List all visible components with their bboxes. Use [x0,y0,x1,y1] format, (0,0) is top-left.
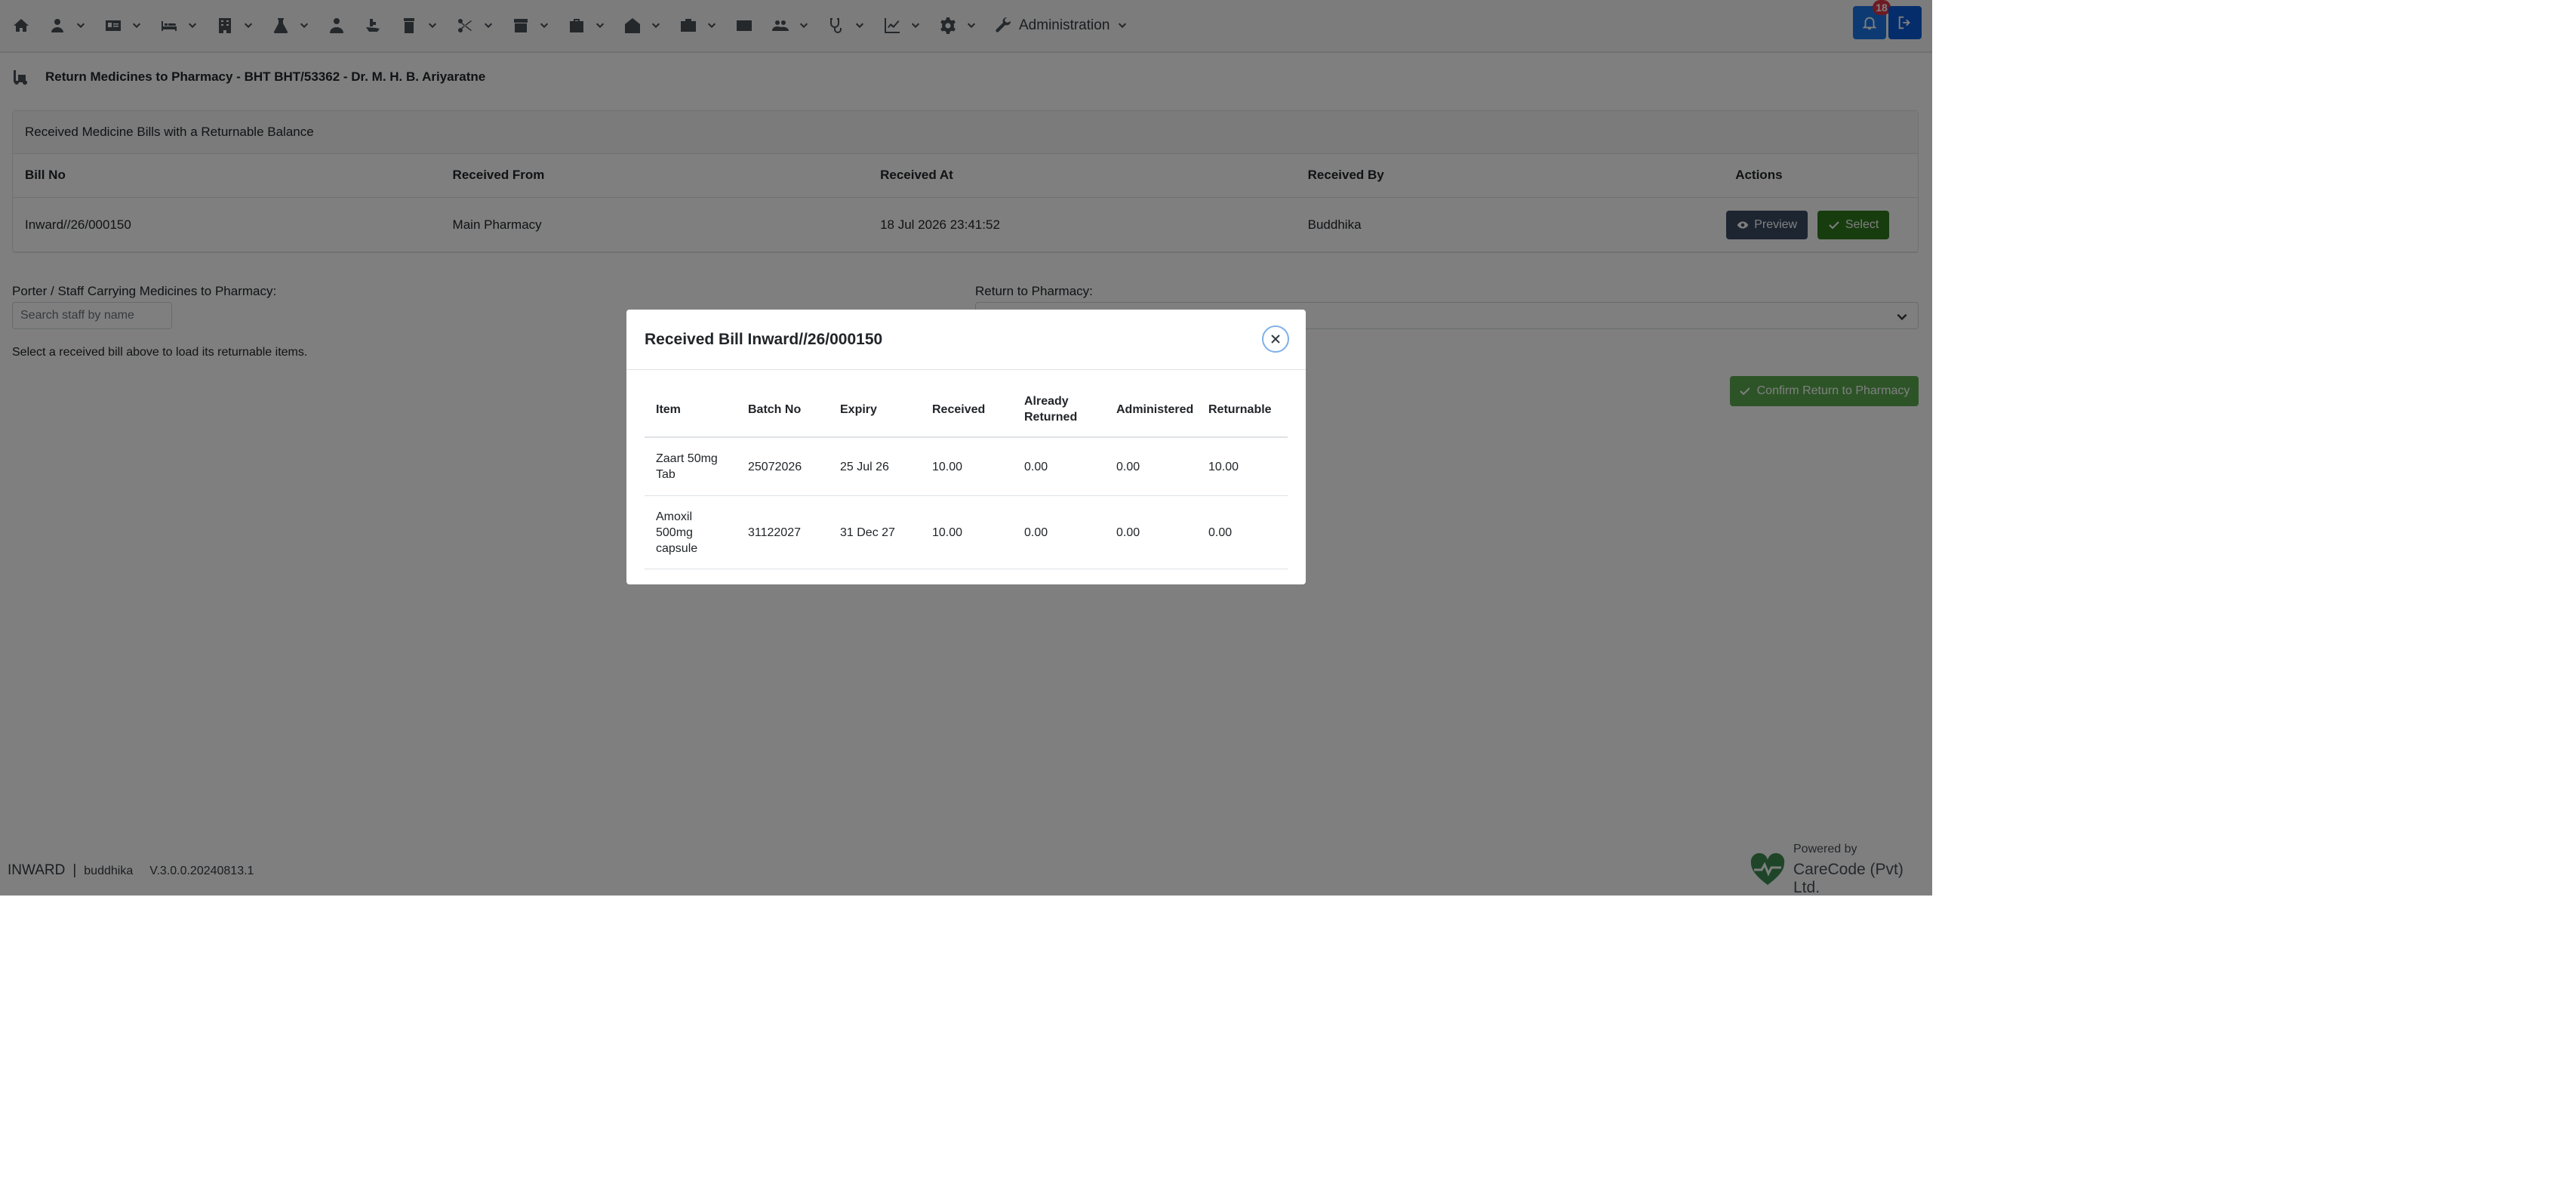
close-icon [1271,334,1280,344]
column-header: Received [932,402,986,416]
received-cell: 10.00 [932,526,963,539]
received-cell: 10.00 [932,460,963,473]
item-cell: Zaart 50mg Tab [656,452,718,481]
administered-cell: 0.00 [1116,460,1140,473]
returned-cell: 0.00 [1024,526,1048,539]
column-header: Administered [1116,402,1194,416]
table-row: Zaart 50mg Tab 25072026 25 Jul 26 10.00 … [645,438,1288,496]
modal-title: Received Bill Inward//26/000150 [645,330,883,348]
table-header: Item Batch No Expiry Received Already Re… [645,382,1288,438]
column-header: Batch No [748,402,802,416]
column-header: Expiry [840,402,877,416]
bill-items-table: Item Batch No Expiry Received Already Re… [645,382,1288,569]
column-header: Returnable [1208,402,1272,416]
returned-cell: 0.00 [1024,460,1048,473]
received-bill-modal: Received Bill Inward//26/000150 Item Bat… [626,310,1306,584]
column-header: Item [656,402,681,416]
column-header: Already Returned [1024,395,1078,424]
expiry-cell: 25 Jul 26 [840,460,889,473]
batch-cell: 25072026 [748,460,802,473]
batch-cell: 31122027 [748,526,801,539]
administered-cell: 0.00 [1116,526,1140,539]
returnable-cell: 10.00 [1208,460,1239,473]
app-window: Administration 18 Return Medicines to Ph… [0,0,1932,896]
close-button[interactable] [1262,325,1289,353]
expiry-cell: 31 Dec 27 [840,526,895,539]
item-cell: Amoxil 500mg capsule [656,510,698,555]
modal-header: Received Bill Inward//26/000150 [626,310,1306,370]
returnable-cell: 0.00 [1208,526,1233,539]
table-row: Amoxil 500mg capsule 31122027 31 Dec 27 … [645,496,1288,569]
